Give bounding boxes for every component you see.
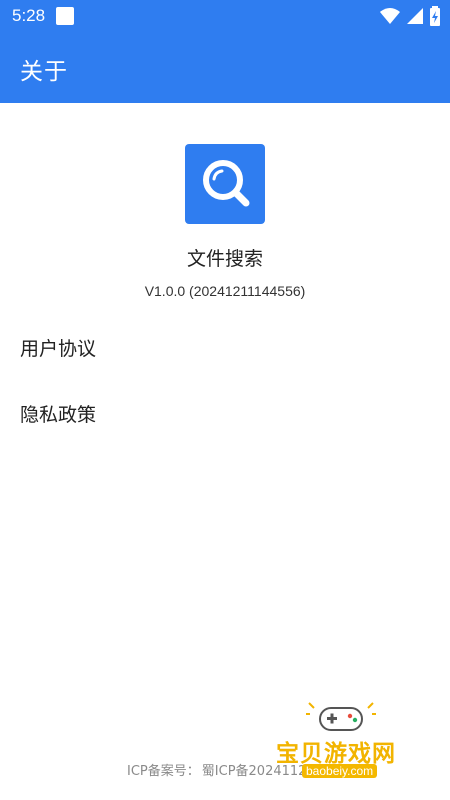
icp-label: ICP备案号： — [127, 764, 200, 779]
menu-item-label: 用户协议 — [20, 338, 97, 360]
notification-square-icon — [56, 7, 74, 25]
watermark: 宝贝游戏网 baobeiy.com — [262, 702, 422, 784]
app-logo — [185, 144, 265, 224]
menu-item-user-agreement[interactable]: 用户协议 — [0, 318, 450, 374]
app-name: 文件搜索 — [186, 248, 263, 270]
watermark-url: baobeiy.com — [302, 764, 378, 778]
signal-icon — [407, 8, 423, 24]
app-bar: 关于 — [0, 32, 450, 103]
app-version: V1.0.0 (20241211144556) — [144, 283, 306, 299]
menu-item-label: 隐私政策 — [20, 404, 97, 426]
battery-charging-icon — [430, 6, 440, 26]
status-icons — [380, 6, 440, 26]
status-bar: 5:28 — [0, 0, 450, 32]
watermark-title: 宝贝游戏网 — [276, 741, 396, 767]
status-time: 5:28 — [12, 6, 46, 25]
page-title: 关于 — [20, 59, 68, 85]
gamepad-icon — [306, 702, 376, 731]
magnifier-icon — [203, 160, 250, 207]
wifi-icon — [380, 8, 400, 24]
menu-item-privacy-policy[interactable]: 隐私政策 — [0, 384, 450, 440]
